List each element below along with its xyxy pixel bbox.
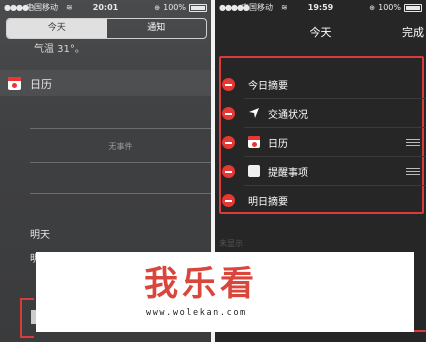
delete-icon[interactable] xyxy=(222,194,235,207)
no-event-text: 无事件 xyxy=(108,142,133,151)
watermark-banner: 我乐看 www.wolekan.com xyxy=(36,252,414,332)
calendar-section-header: 日历 xyxy=(0,70,211,96)
status-bar: ●●●●● 中国移动 ≋ 19:59 ⊕ 100% xyxy=(215,0,426,16)
row-label: 明日摘要 xyxy=(248,197,288,208)
battery-icon xyxy=(404,4,422,12)
weather-summary: 气温 31°。 xyxy=(34,44,85,55)
row-label: 提醒事项 xyxy=(268,168,308,179)
widget-row: 交通状况 xyxy=(215,99,426,128)
widget-row: 提醒事项 xyxy=(215,157,426,186)
calendar-icon xyxy=(8,77,21,90)
watermark-url: www.wolekan.com xyxy=(146,308,247,318)
faint-label: 未显示 xyxy=(219,239,243,248)
widget-row: 明日摘要 xyxy=(215,186,426,215)
calendar-label: 日历 xyxy=(30,78,52,91)
rotation-lock-icon: ⊕ xyxy=(369,4,376,12)
rotation-lock-icon: ⊕ xyxy=(154,4,161,12)
done-button[interactable]: 完成 xyxy=(402,24,424,40)
delete-icon[interactable] xyxy=(222,136,235,149)
reorder-handle-icon[interactable] xyxy=(406,168,420,175)
row-label: 交通状况 xyxy=(268,110,308,121)
location-arrow-icon xyxy=(249,108,259,118)
delete-icon[interactable] xyxy=(222,165,235,178)
delete-icon[interactable] xyxy=(222,107,235,120)
tomorrow-label: 明天 xyxy=(30,230,50,241)
divider xyxy=(30,193,211,194)
row-label: 今日摘要 xyxy=(248,81,288,92)
tab-notifications[interactable]: 通知 xyxy=(107,19,207,38)
divider xyxy=(30,162,211,163)
highlight-frame xyxy=(414,330,426,342)
battery-percent: 100% xyxy=(163,3,186,12)
tab-today[interactable]: 今天 xyxy=(7,19,107,38)
reorder-handle-icon[interactable] xyxy=(406,139,420,146)
battery-icon xyxy=(189,4,207,12)
status-bar: ●●●●○ 中国移动 ≋ 20:01 ⊕ 100% xyxy=(0,0,211,16)
page-title: 今天 xyxy=(309,26,332,39)
watermark-title: 我乐看 xyxy=(144,264,258,304)
calendar-icon xyxy=(248,136,260,148)
reminders-icon xyxy=(248,165,260,177)
row-label: 日历 xyxy=(268,139,288,150)
widget-row: 日历 xyxy=(215,128,426,157)
divider xyxy=(30,128,211,129)
widget-row: 今日摘要 xyxy=(215,70,426,99)
battery-percent: 100% xyxy=(378,3,401,12)
delete-icon[interactable] xyxy=(222,78,235,91)
tab-switcher: 今天 通知 xyxy=(6,18,207,39)
